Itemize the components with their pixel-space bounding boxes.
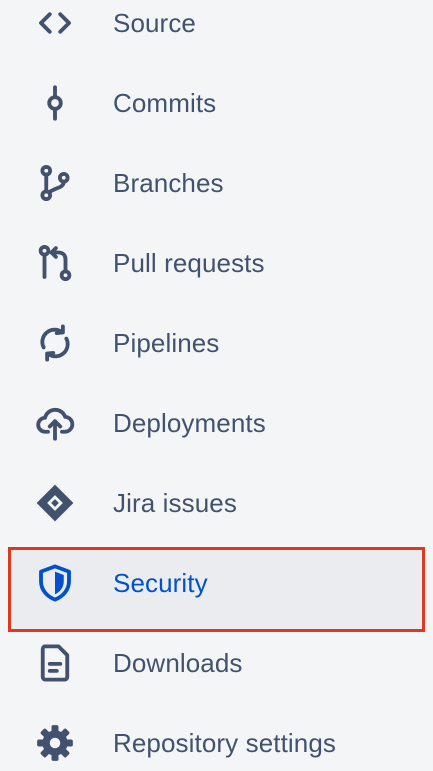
pull-request-icon [32,240,78,286]
sidebar-item-label: Pipelines [113,328,220,358]
sidebar-item-label: Jira issues [113,488,237,518]
shield-icon [32,560,78,606]
sidebar-item-downloads[interactable]: Downloads [0,623,433,703]
sidebar-item-label: Repository settings [113,728,337,758]
sidebar-item-deployments[interactable]: Deployments [0,383,433,463]
sidebar-item-repository-settings[interactable]: Repository settings [0,703,433,771]
sidebar-item-security[interactable]: Security [0,543,433,632]
sidebar-item-pull-requests[interactable]: Pull requests [0,223,433,303]
sidebar-item-label: Security [113,568,208,598]
jira-icon [32,480,78,526]
repository-sidebar-nav: Source Commits Branches Pull requests Pi… [0,0,433,771]
code-icon [32,0,78,46]
commit-icon [32,80,78,126]
branch-icon [32,160,78,206]
sidebar-item-branches[interactable]: Branches [0,143,433,223]
sidebar-item-commits[interactable]: Commits [0,63,433,143]
sidebar-item-pipelines[interactable]: Pipelines [0,303,433,383]
sidebar-item-source[interactable]: Source [0,0,433,63]
cloud-upload-icon [32,400,78,446]
pipelines-icon [32,320,78,366]
gear-icon [32,720,78,766]
sidebar-item-label: Pull requests [113,248,265,278]
sidebar-item-jira-issues[interactable]: Jira issues [0,463,433,543]
sidebar-item-label: Deployments [113,408,266,438]
sidebar-item-label: Source [113,8,196,38]
sidebar-item-label: Downloads [113,648,243,678]
document-icon [32,640,78,686]
sidebar-item-label: Commits [113,88,217,118]
sidebar-item-label: Branches [113,168,224,198]
